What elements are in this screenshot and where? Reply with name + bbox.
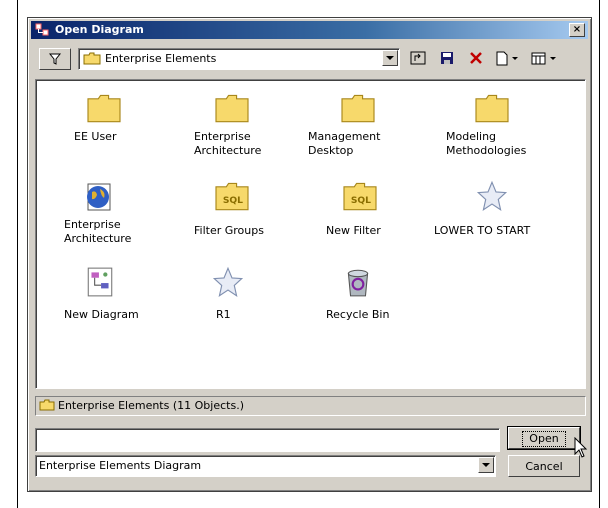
window-title: Open Diagram [55, 23, 144, 36]
recycle-bin-icon [347, 269, 369, 297]
new-document-icon [496, 51, 508, 65]
status-text: Enterprise Elements (11 Objects.) [58, 399, 244, 412]
chevron-down-icon [482, 463, 490, 467]
chevron-down-icon [386, 56, 394, 60]
chevron-down-icon [512, 56, 518, 60]
save-icon [441, 52, 453, 64]
new-document-button[interactable] [492, 48, 522, 68]
folder-icon [215, 94, 249, 123]
folder-icon [341, 94, 375, 123]
item-label: EE User [74, 130, 117, 143]
filter-icon [48, 53, 62, 65]
star-icon [476, 180, 508, 211]
sql-folder-icon: SQL [215, 182, 249, 211]
save-button[interactable] [437, 48, 457, 68]
diagram-icon [87, 267, 113, 297]
location-dropdown-button[interactable] [382, 50, 398, 66]
up-folder-button[interactable] [408, 48, 428, 68]
star-icon [212, 266, 244, 297]
chevron-down-icon [549, 56, 556, 60]
item-label: New Filter [326, 224, 381, 237]
item-label: New Diagram [64, 308, 139, 321]
app-icon [35, 23, 49, 40]
open-button[interactable]: Open [507, 426, 581, 450]
open-diagram-dialog: Open Diagram × Enterprise Elements EE Us… [27, 17, 592, 492]
item-label: Enterprise Architecture [64, 218, 132, 245]
diagram-type-value: Enterprise Elements Diagram [39, 459, 202, 472]
folder-icon [39, 399, 55, 414]
svg-text:SQL: SQL [223, 196, 243, 206]
sql-folder-icon: SQL [343, 182, 377, 211]
location-text: Enterprise Elements [105, 52, 217, 65]
mouse-pointer-icon [574, 437, 588, 458]
item-label: Filter Groups [194, 224, 264, 237]
diagram-type-select[interactable]: Enterprise Elements Diagram [35, 455, 496, 477]
item-label: Recycle Bin [326, 308, 390, 321]
folder-icon [475, 94, 509, 123]
frame-left-line [17, 0, 18, 508]
filter-button[interactable] [39, 48, 71, 70]
toolbar: Enterprise Elements [35, 46, 586, 72]
open-button-label: Open [522, 431, 566, 447]
globe-icon [87, 183, 111, 211]
up-folder-icon [410, 51, 426, 65]
item-label: R1 [216, 308, 231, 321]
svg-text:SQL: SQL [351, 196, 371, 206]
delete-button[interactable] [466, 48, 486, 68]
title-bar[interactable]: Open Diagram × [31, 21, 588, 39]
item-label: Enterprise Architecture [194, 130, 262, 157]
item-label: Management Desktop [308, 130, 381, 157]
cancel-button[interactable]: Cancel [508, 455, 580, 477]
views-menu-icon [531, 52, 545, 64]
views-button[interactable] [527, 48, 559, 68]
status-bar: Enterprise Elements (11 Objects.) [35, 396, 586, 416]
item-label: Modeling Methodologies [446, 130, 527, 157]
frame-right-line [599, 0, 600, 508]
folder-icon [83, 52, 101, 68]
close-button[interactable]: × [569, 23, 585, 37]
delete-icon [470, 52, 482, 64]
filename-input[interactable] [35, 428, 500, 452]
item-label: LOWER TO START [434, 224, 531, 237]
diagram-type-dropdown-button[interactable] [478, 457, 494, 473]
location-combo[interactable]: Enterprise Elements [78, 48, 400, 70]
folder-icon [87, 94, 121, 123]
file-list-view[interactable]: EE User Enterprise Architecture Manageme… [35, 79, 586, 389]
